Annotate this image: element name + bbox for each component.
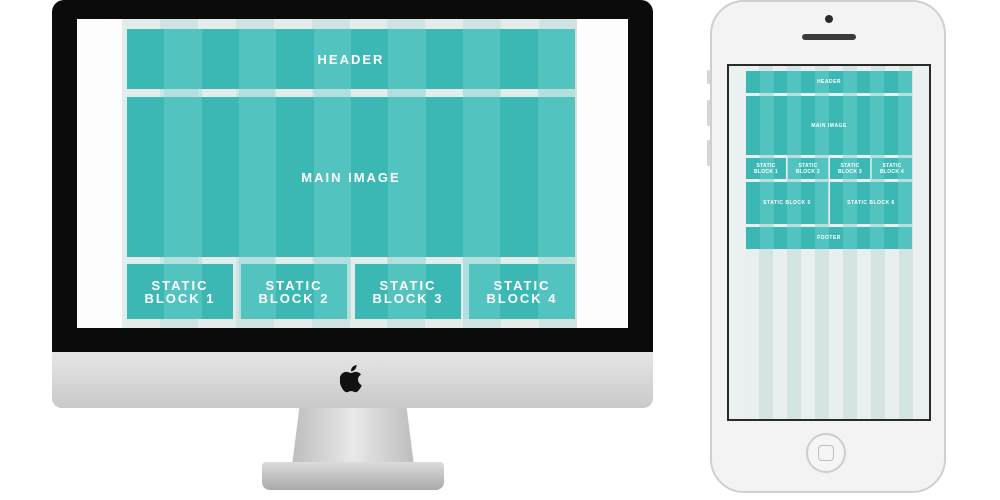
phone-camera-icon [825,15,833,23]
mobile-static-block-5: STATIC BLOCK 5 [746,182,828,224]
mobile-header-label: HEADER [816,79,842,85]
desktop-monitor-stand-base [262,462,444,490]
desktop-static-block-2-label: STATIC BLOCK 2 [258,277,330,306]
desktop-static-block-3: STATIC BLOCK 3 [355,264,461,319]
desktop-static-block-1: STATIC BLOCK 1 [127,264,233,319]
mobile-static-block-2-label: STATIC BLOCK 2 [795,162,821,175]
mobile-footer-block: FOOTER [746,227,912,249]
mobile-static-block-1: STATIC BLOCK 1 [746,158,786,179]
mobile-static-block-5-label: STATIC BLOCK 5 [763,200,811,206]
mobile-screen: HEADER MAIN IMAGE STATIC BLOCK 1 STATIC … [727,64,931,421]
mobile-footer-label: FOOTER [817,235,841,241]
mobile-static-block-6: STATIC BLOCK 6 [830,182,912,224]
mobile-main-image-label: MAIN IMAGE [811,122,847,129]
desktop-static-block-2: STATIC BLOCK 2 [241,264,347,319]
phone-volume-up [707,100,710,126]
desktop-static-block-1-label: STATIC BLOCK 1 [144,277,216,306]
mobile-static-block-4-label: STATIC BLOCK 4 [879,162,905,175]
phone-speaker [802,34,856,40]
desktop-monitor-stand-neck [292,408,414,466]
mobile-static-block-3: STATIC BLOCK 3 [830,158,870,179]
phone-volume-down [707,140,710,166]
phone-mute-switch [707,70,710,84]
phone-home-button[interactable] [806,433,846,473]
mobile-main-image-block: MAIN IMAGE [746,96,912,155]
mobile-header-block: HEADER [746,71,912,93]
desktop-header-label: HEADER [317,51,385,67]
desktop-static-block-4-label: STATIC BLOCK 4 [486,277,558,306]
mobile-static-block-1-label: STATIC BLOCK 1 [753,162,779,175]
desktop-header-block: HEADER [127,29,575,89]
mobile-static-block-2: STATIC BLOCK 2 [788,158,828,179]
desktop-screen: HEADER MAIN IMAGE STATIC BLOCK 1 STATIC … [77,19,628,328]
desktop-static-block-4: STATIC BLOCK 4 [469,264,575,319]
mobile-static-block-6-label: STATIC BLOCK 6 [847,200,895,206]
apple-logo-icon [340,365,362,393]
mobile-static-block-3-label: STATIC BLOCK 3 [837,162,863,175]
desktop-main-image-label: MAIN IMAGE [301,169,401,185]
mobile-static-block-4: STATIC BLOCK 4 [872,158,912,179]
desktop-main-image-block: MAIN IMAGE [127,97,575,257]
desktop-static-block-3-label: STATIC BLOCK 3 [372,277,444,306]
